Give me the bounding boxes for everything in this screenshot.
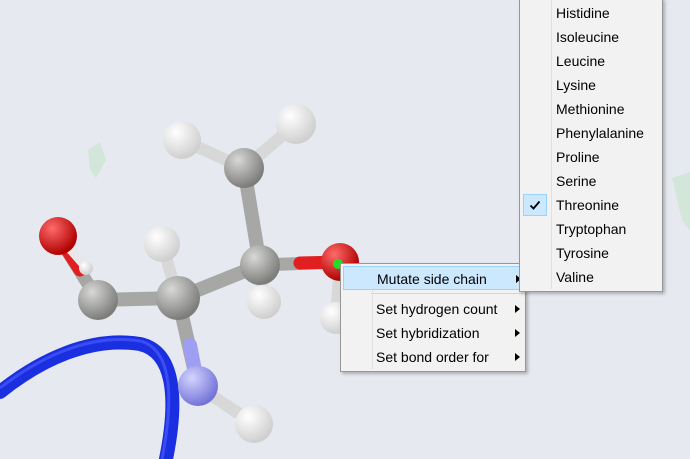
menu-item-label: Phenylalanine <box>556 125 644 141</box>
atom-hydrogen[interactable] <box>79 261 93 275</box>
menu-item-label: Set bond order for <box>376 349 489 365</box>
submenu-item-methionine[interactable]: Methionine <box>520 97 662 121</box>
submenu-arrow-icon <box>515 353 520 361</box>
atom-oxygen[interactable] <box>39 217 77 255</box>
submenu-item-isoleucine[interactable]: Isoleucine <box>520 25 662 49</box>
menu-item-label: Threonine <box>556 197 620 213</box>
submenu-item-histidine[interactable]: Histidine <box>520 1 662 25</box>
submenu-item-tyrosine[interactable]: Tyrosine <box>520 241 662 265</box>
menu-item-label: Methionine <box>556 101 625 117</box>
context-menu: Mutate side chain Set hydrogen count Set… <box>340 263 526 372</box>
menu-item-set-bond-order-for[interactable]: Set bond order for <box>341 345 525 369</box>
atom-hydrogen[interactable] <box>144 226 180 262</box>
submenu-item-leucine[interactable]: Leucine <box>520 49 662 73</box>
atom-hydrogen[interactable] <box>276 104 316 144</box>
menu-item-label: Serine <box>556 173 597 189</box>
atom-nitrogen[interactable] <box>178 366 218 406</box>
menu-item-label: Set hybridization <box>376 325 480 341</box>
menu-item-label: Isoleucine <box>556 29 620 45</box>
mutate-side-chain-submenu: Histidine Isoleucine Leucine Lysine Meth… <box>519 0 663 292</box>
atom-carbon[interactable] <box>240 245 280 285</box>
menu-item-label: Lysine <box>556 77 596 93</box>
atom-hydrogen[interactable] <box>247 285 281 319</box>
menu-item-set-hydrogen-count[interactable]: Set hydrogen count <box>341 297 525 321</box>
submenu-item-proline[interactable]: Proline <box>520 145 662 169</box>
menu-item-label: Leucine <box>556 53 606 69</box>
submenu-item-lysine[interactable]: Lysine <box>520 73 662 97</box>
menu-item-mutate-side-chain[interactable]: Mutate side chain <box>343 266 523 290</box>
menu-item-label: Set hydrogen count <box>376 301 498 317</box>
submenu-item-serine[interactable]: Serine <box>520 169 662 193</box>
menu-item-label: Histidine <box>556 5 610 21</box>
checkmark-icon <box>523 194 547 216</box>
atom-carbon[interactable] <box>156 276 200 320</box>
backbone-ribbon-highlight <box>0 337 171 459</box>
backbone-ribbon <box>0 335 180 459</box>
submenu-item-tryptophan[interactable]: Tryptophan <box>520 217 662 241</box>
submenu-item-phenylalanine[interactable]: Phenylalanine <box>520 121 662 145</box>
submenu-item-valine[interactable]: Valine <box>520 265 662 289</box>
menu-item-label: Tyrosine <box>556 245 609 261</box>
menu-item-label: Valine <box>556 269 594 285</box>
atom-hydrogen[interactable] <box>235 405 273 443</box>
submenu-arrow-icon <box>515 329 520 337</box>
faint-ribbon-left <box>88 142 106 178</box>
menu-item-label: Proline <box>556 149 600 165</box>
faint-ribbon-right <box>672 172 690 230</box>
submenu-arrow-icon <box>515 305 520 313</box>
menu-item-label: Mutate side chain <box>377 271 487 287</box>
atom-carbon[interactable] <box>224 148 264 188</box>
atom-hydrogen[interactable] <box>163 121 201 159</box>
menu-item-label: Tryptophan <box>556 221 627 237</box>
menu-item-set-hybridization[interactable]: Set hybridization <box>341 321 525 345</box>
atom-carbon[interactable] <box>78 280 118 320</box>
atoms[interactable] <box>39 104 359 443</box>
menu-separator <box>371 293 523 294</box>
submenu-item-threonine[interactable]: Threonine <box>520 193 662 217</box>
